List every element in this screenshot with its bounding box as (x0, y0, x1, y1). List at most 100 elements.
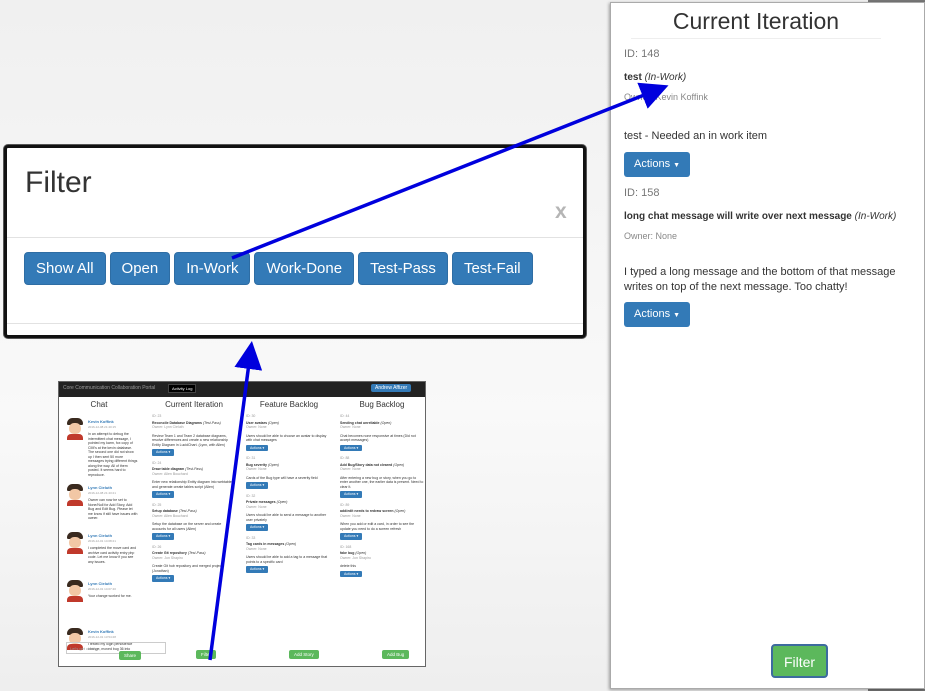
thumb-actions-button[interactable]: Actions ▾ (152, 449, 175, 456)
chat-message: Your change worked for me. (88, 594, 132, 598)
card-state: (In-Work) (644, 72, 687, 83)
chat-timestamp: 2016-12-08 21:43:21 (88, 491, 116, 495)
chat-author: Kevin Koffink (88, 419, 114, 424)
chat-message: Owner can now be set to None/Null for Ad… (88, 498, 138, 520)
chat-timestamp: 2016-12-01 14:07:40 (88, 587, 116, 591)
thumb-card-title-text: Tag cards in messages (246, 542, 285, 546)
thumb-actions-button[interactable]: Actions ▾ (340, 570, 363, 577)
filter-show-all-button[interactable]: Show All (24, 252, 106, 285)
thumb-actions-button[interactable]: Actions ▾ (340, 491, 363, 498)
chat-author: Lynn Cieluth (88, 581, 113, 586)
thumb-filter-button[interactable]: Filter (196, 650, 216, 659)
thumb-actions-button[interactable]: Actions ▾ (152, 575, 175, 582)
thumb-add-story-button[interactable]: Add Story (289, 650, 319, 659)
thumb-actions-button[interactable]: Actions ▾ (152, 491, 175, 498)
thumb-card-owner: Owner: None (246, 425, 267, 429)
card-description: test - Needed an in work item (624, 130, 768, 142)
thumb-card-id: ID: 168 (340, 544, 352, 549)
caret-down-icon: ▼ (673, 312, 681, 319)
filter-test-pass-button[interactable]: Test-Pass (358, 252, 448, 285)
thumb-card-state: (Open) (394, 509, 406, 513)
thumb-card: ID: 26 Create Git repository (Test-Pass) O… (149, 545, 239, 582)
thumb-actions-button[interactable]: Actions ▾ (340, 533, 363, 540)
avatar-icon (67, 580, 83, 602)
thumb-card-state: (Test-Pass) (178, 509, 197, 513)
chat-message: I completed the move card and archive ca… (88, 546, 137, 564)
filter-open-button[interactable]: Open (109, 252, 171, 285)
filter-in-work-button[interactable]: In-Work (174, 252, 251, 285)
thumb-chat-list: Kevin Koffink 2016-12-08 21:40:15 In an at… (59, 418, 139, 666)
thumb-card-owner: Owner: None (340, 467, 361, 471)
thumb-actions-button[interactable]: Actions ▾ (340, 444, 363, 451)
card-description: I typed a long message and the bottom of… (624, 266, 896, 293)
caret-down-icon: ▾ (167, 576, 171, 580)
caret-down-icon: ▼ (673, 162, 681, 169)
thumb-card: ID: 25 Setup database (Test-Pass) Owner: A… (149, 503, 239, 540)
thumb-actions-button[interactable]: Actions ▾ (152, 533, 175, 540)
thumb-card-state: (Open) (355, 551, 367, 555)
thumb-actions-button[interactable]: Actions ▾ (246, 566, 269, 573)
chat-author: Lynn Cieluth (88, 533, 113, 538)
thumb-card-id: ID: 33 (246, 535, 256, 540)
thumb-column-header: Feature Backlog (259, 400, 319, 409)
thumb-add-bug-button[interactable]: Add Bug (382, 650, 410, 659)
thumb-card-title-text: Private messages (246, 500, 276, 504)
chat-message: In an attempt to debug the intermittent … (88, 432, 138, 477)
chat-timestamp: 2016-12-01 14:08:21 (88, 539, 116, 543)
thumb-actions-button[interactable]: Actions ▾ (246, 524, 269, 531)
thumb-card-title-text: fake bug (340, 551, 355, 555)
thumb-user-menu[interactable]: Andrew Affizer (371, 384, 412, 392)
actions-label: Actions (634, 158, 671, 170)
thumb-actions-button[interactable]: Actions ▾ (246, 482, 269, 489)
caret-down-icon: ▾ (167, 534, 171, 538)
avatar-body (67, 500, 83, 506)
actions-button[interactable]: Actions ▼ (624, 152, 691, 177)
filter-work-done-button[interactable]: Work-Done (254, 252, 355, 285)
actions-button[interactable]: Actions ▼ (624, 302, 691, 327)
avatar-face (69, 585, 81, 596)
thumb-card-description: Users should be able to choose an avatar… (246, 433, 327, 443)
thumb-card-description: delete this (340, 564, 356, 568)
thumb-card-title-text: Setup database (152, 509, 178, 513)
thumb-card-id: ID: 23 (152, 414, 162, 418)
card-state: (In-Work) (854, 211, 897, 222)
caret-down-icon: ▾ (167, 492, 171, 496)
thumb-card-id: ID: 88 (340, 456, 350, 460)
thumb-share-button[interactable]: Share (119, 651, 142, 660)
thumb-card-description: Create Git hub repository and merged pro… (152, 564, 223, 573)
thumb-card-id: ID: 26 (152, 544, 162, 549)
thumb-card-state: (Open) (285, 542, 297, 546)
thumb-feature-list: ID: 30 User avatars (Open) Owner: None User… (243, 414, 335, 573)
thumb-card-description: Enter new relationship Entity diagram in… (152, 480, 234, 489)
thumb-card-title-text: Create Git repository (152, 551, 187, 555)
thumb-card-description: Review Team 1 and Team 2 database diagra… (152, 433, 229, 447)
thumb-card-state: (Open) (268, 420, 279, 425)
thumb-actions-button[interactable]: Actions ▾ (246, 444, 269, 451)
card-id: ID: 148 (624, 48, 660, 60)
app-screenshot-thumbnail: Core Communication Collaboration Portal … (58, 381, 426, 667)
caret-down-icon: ▾ (261, 525, 265, 529)
thumb-card-description: When you add or edit a card, in order to… (340, 522, 415, 531)
avatar-icon (67, 532, 83, 554)
panel-title: Current Iteration (631, 8, 881, 39)
thumb-card-state: (Open) (380, 420, 392, 425)
card-owner: Owner: Kevin Koffink (624, 92, 708, 102)
thumb-activity-log-tab[interactable]: Activity Log (168, 384, 197, 393)
avatar-body (67, 434, 83, 440)
avatar-icon (67, 484, 83, 506)
thumb-card-owner: Owner: None (340, 425, 361, 429)
thumb-card-id: ID: 30 (246, 414, 256, 418)
thumb-navbar: Core Communication Collaboration Portal … (59, 382, 425, 397)
avatar-face (69, 537, 81, 548)
filter-button[interactable]: Filter (771, 644, 828, 678)
thumb-card-description: Users should be able to add a tag to a m… (246, 555, 328, 564)
caret-down-icon: ▾ (355, 445, 359, 450)
thumb-card-owner: Owner: Allen Bouchard (152, 513, 188, 518)
thumb-card-state: (Open) (393, 462, 405, 467)
close-icon[interactable]: x (555, 200, 567, 224)
avatar-body (67, 548, 83, 554)
filter-test-fail-button[interactable]: Test-Fail (451, 252, 533, 285)
thumb-bug-column: Bug Backlog ID: 44 Sending chat unreliabl… (337, 397, 425, 666)
thumb-card-id: ID: 89 (340, 502, 350, 507)
card-title: long chat message will write over next m… (624, 211, 914, 222)
